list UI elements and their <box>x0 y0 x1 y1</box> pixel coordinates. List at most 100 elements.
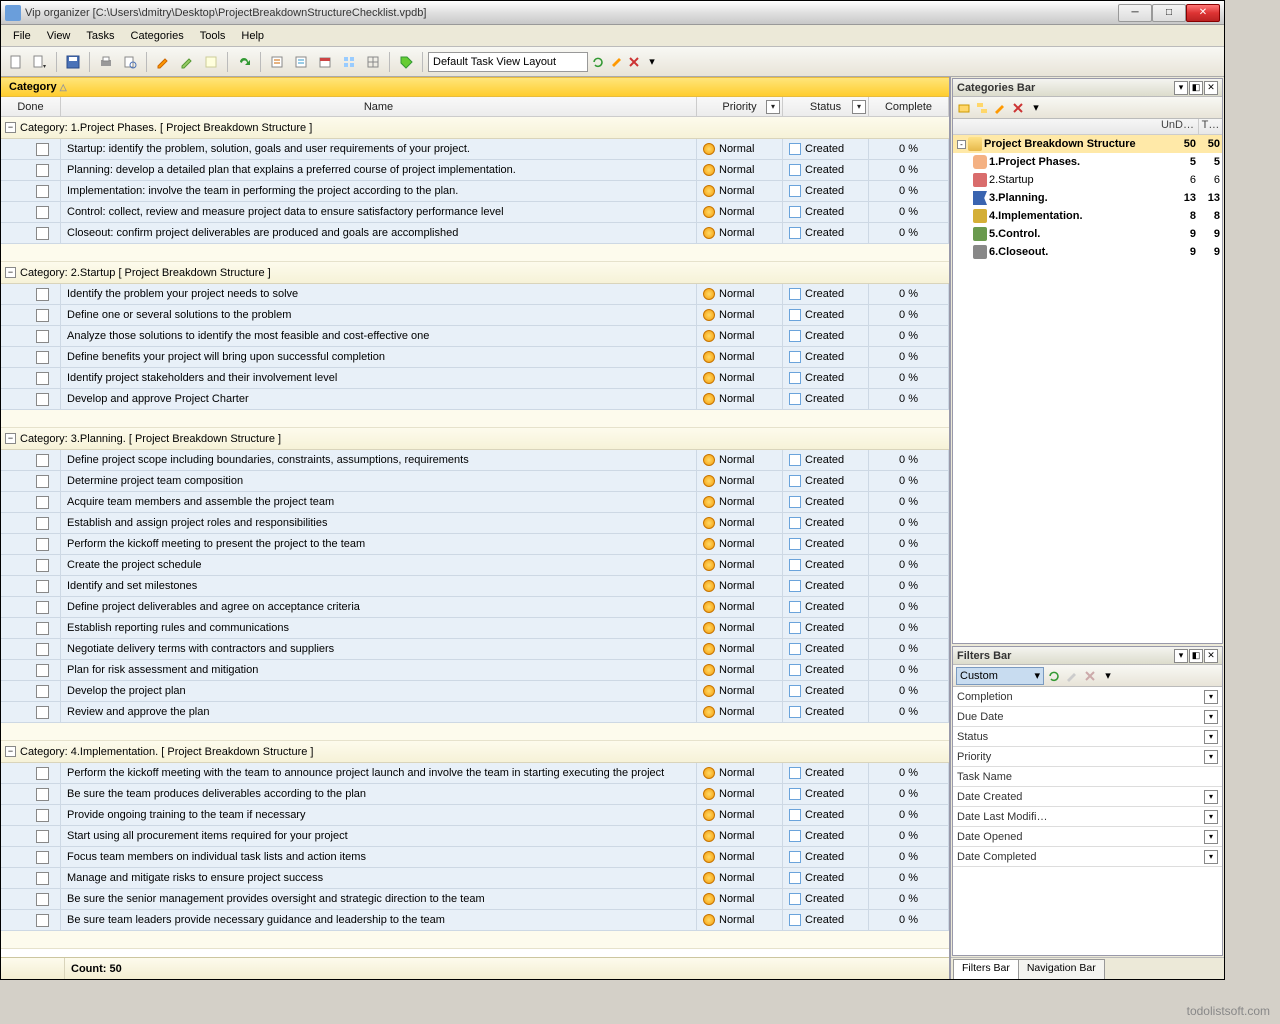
print-icon[interactable] <box>95 51 117 73</box>
category-row[interactable]: −Category: 1.Project Phases. [ Project B… <box>1 117 949 139</box>
tree-item[interactable]: 6.Closeout.99 <box>953 243 1222 261</box>
grid2-icon[interactable] <box>362 51 384 73</box>
filter-dropdown-icon[interactable]: ▾ <box>1204 830 1218 844</box>
task-row[interactable]: Identify the problem your project needs … <box>1 284 949 305</box>
category-row[interactable]: −Category: 3.Planning. [ Project Breakdo… <box>1 428 949 450</box>
task-row[interactable]: Acquire team members and assemble the pr… <box>1 492 949 513</box>
task-row[interactable]: Define project deliverables and agree on… <box>1 597 949 618</box>
task-row[interactable]: Define benefits your project will bring … <box>1 347 949 368</box>
done-checkbox[interactable] <box>36 664 49 677</box>
done-checkbox[interactable] <box>36 288 49 301</box>
cat-edit-icon[interactable] <box>992 100 1008 116</box>
edit-icon[interactable] <box>152 51 174 73</box>
group-by-bar[interactable]: Category △ <box>1 77 949 97</box>
redo-icon[interactable] <box>233 51 255 73</box>
tree-expand-icon[interactable]: - <box>957 140 966 149</box>
filter-dropdown-icon[interactable]: ▾ <box>1204 730 1218 744</box>
task-row[interactable]: Determine project team compositionNormal… <box>1 471 949 492</box>
filter-more-icon[interactable]: ▾ <box>1100 668 1116 684</box>
minimize-button[interactable]: ─ <box>1118 4 1152 22</box>
filter-dropdown-icon[interactable]: ▾ <box>1204 710 1218 724</box>
done-checkbox[interactable] <box>36 330 49 343</box>
done-checkbox[interactable] <box>36 622 49 635</box>
done-checkbox[interactable] <box>36 143 49 156</box>
menu-tools[interactable]: Tools <box>192 27 234 45</box>
save-icon[interactable] <box>62 51 84 73</box>
done-checkbox[interactable] <box>36 393 49 406</box>
task-row[interactable]: Analyze those solutions to identify the … <box>1 326 949 347</box>
done-checkbox[interactable] <box>36 893 49 906</box>
cat-new-icon[interactable] <box>956 100 972 116</box>
expand-icon[interactable]: − <box>5 122 16 133</box>
print-preview-icon[interactable] <box>119 51 141 73</box>
filter-preset-select[interactable]: Custom▾ <box>956 667 1044 685</box>
menu-file[interactable]: File <box>5 27 39 45</box>
done-checkbox[interactable] <box>36 830 49 843</box>
column-complete[interactable]: Complete <box>869 97 949 116</box>
filter-row[interactable]: Due Date▾ <box>953 707 1222 727</box>
filter-dropdown-icon[interactable]: ▾ <box>1204 750 1218 764</box>
menu-view[interactable]: View <box>39 27 79 45</box>
done-checkbox[interactable] <box>36 788 49 801</box>
task-row[interactable]: Identify project stakeholders and their … <box>1 368 949 389</box>
done-checkbox[interactable] <box>36 227 49 240</box>
task-row[interactable]: Negotiate delivery terms with contractor… <box>1 639 949 660</box>
task-row[interactable]: Closeout: confirm project deliverables a… <box>1 223 949 244</box>
done-checkbox[interactable] <box>36 685 49 698</box>
task-row[interactable]: Manage and mitigate risks to ensure proj… <box>1 868 949 889</box>
task-row[interactable]: Be sure team leaders provide necessary g… <box>1 910 949 931</box>
expand-icon[interactable]: − <box>5 746 16 757</box>
done-checkbox[interactable] <box>36 351 49 364</box>
tab-navigation[interactable]: Navigation Bar <box>1018 959 1105 979</box>
filter-edit-icon[interactable] <box>1064 668 1080 684</box>
task-row[interactable]: Perform the kickoff meeting to present t… <box>1 534 949 555</box>
status-filter-icon[interactable]: ▾ <box>852 100 866 114</box>
task-row[interactable]: Be sure the senior management provides o… <box>1 889 949 910</box>
done-checkbox[interactable] <box>36 643 49 656</box>
panel-menu-icon[interactable]: ▾ <box>1174 649 1188 663</box>
menu-categories[interactable]: Categories <box>123 27 192 45</box>
task-row[interactable]: Define project scope including boundarie… <box>1 450 949 471</box>
done-checkbox[interactable] <box>36 580 49 593</box>
tree-item[interactable]: 3.Planning.1313 <box>953 189 1222 207</box>
filter-row[interactable]: Status▾ <box>953 727 1222 747</box>
tag-icon[interactable] <box>395 51 417 73</box>
done-checkbox[interactable] <box>36 872 49 885</box>
done-checkbox[interactable] <box>36 164 49 177</box>
done-checkbox[interactable] <box>36 851 49 864</box>
done-checkbox[interactable] <box>36 559 49 572</box>
layout-refresh-icon[interactable] <box>590 54 606 70</box>
cat-delete-icon[interactable] <box>1010 100 1026 116</box>
task-row[interactable]: Plan for risk assessment and mitigationN… <box>1 660 949 681</box>
task-row[interactable]: Develop and approve Project CharterNorma… <box>1 389 949 410</box>
task-row[interactable]: Control: collect, review and measure pro… <box>1 202 949 223</box>
done-checkbox[interactable] <box>36 475 49 488</box>
menu-help[interactable]: Help <box>233 27 272 45</box>
category-row[interactable]: −Category: 2.Startup [ Project Breakdown… <box>1 262 949 284</box>
layout-save-icon[interactable] <box>608 54 624 70</box>
task-row[interactable]: Identify and set milestonesNormalCreated… <box>1 576 949 597</box>
task-row[interactable]: Define one or several solutions to the p… <box>1 305 949 326</box>
task-row[interactable]: Provide ongoing training to the team if … <box>1 805 949 826</box>
filter-row[interactable]: Priority▾ <box>953 747 1222 767</box>
task-row[interactable]: Startup: identify the problem, solution,… <box>1 139 949 160</box>
done-checkbox[interactable] <box>36 601 49 614</box>
filter-delete-icon[interactable] <box>1082 668 1098 684</box>
column-status[interactable]: Status▾ <box>783 97 869 116</box>
task-row[interactable]: Focus team members on individual task li… <box>1 847 949 868</box>
task-row[interactable]: Be sure the team produces deliverables a… <box>1 784 949 805</box>
filter-dropdown-icon[interactable]: ▾ <box>1204 810 1218 824</box>
tree-item[interactable]: 5.Control.99 <box>953 225 1222 243</box>
task-row[interactable]: Establish and assign project roles and r… <box>1 513 949 534</box>
done-checkbox[interactable] <box>36 185 49 198</box>
cat-more-icon[interactable]: ▾ <box>1028 100 1044 116</box>
tree-item[interactable]: -Project Breakdown Structure5050 <box>953 135 1222 153</box>
grid-icon[interactable] <box>338 51 360 73</box>
new-file-icon[interactable] <box>5 51 27 73</box>
done-checkbox[interactable] <box>36 206 49 219</box>
panel-pin-icon[interactable]: ◧ <box>1189 81 1203 95</box>
column-priority[interactable]: Priority▾ <box>697 97 783 116</box>
task-row[interactable]: Perform the kickoff meeting with the tea… <box>1 763 949 784</box>
priority-filter-icon[interactable]: ▾ <box>766 100 780 114</box>
filter-dropdown-icon[interactable]: ▾ <box>1204 850 1218 864</box>
